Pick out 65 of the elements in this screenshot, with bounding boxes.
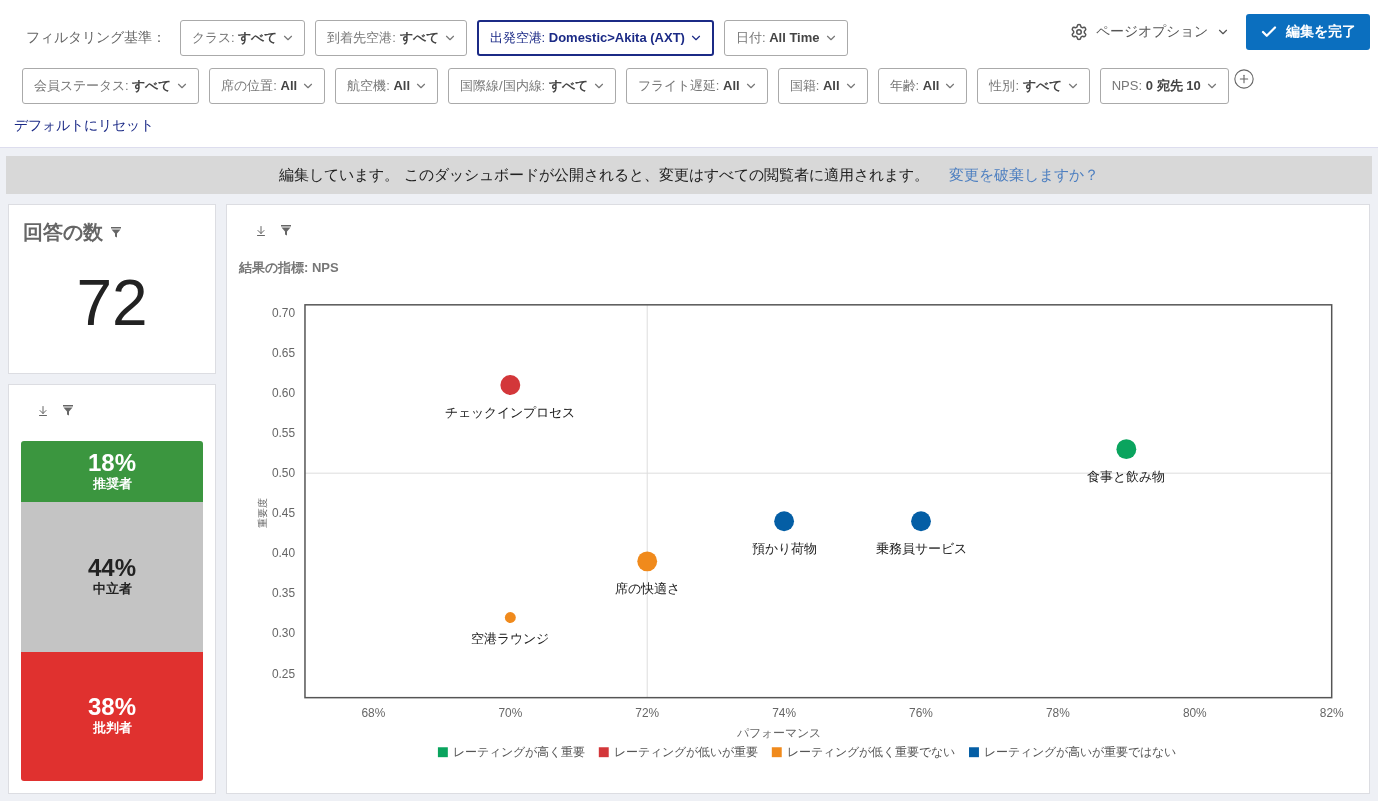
legend-label: レーティングが高いが重要ではない (983, 745, 1176, 760)
nps-segment: 38% 批判者 (21, 651, 203, 781)
y-axis-title: 重要度 (257, 498, 269, 529)
point-label: 食事と飲み物 (1087, 468, 1166, 484)
y-tick-label: 0.25 (271, 666, 296, 681)
metric-label: 結果の指標: NPS (239, 259, 340, 277)
filter-dropdown[interactable]: フライト遅延: All (625, 68, 768, 104)
y-tick-label: 0.50 (271, 466, 296, 481)
filter-dropdown[interactable]: クラス: すべて (180, 20, 306, 56)
filter-icon[interactable] (63, 405, 73, 416)
card-title: 回答の数 (23, 220, 103, 245)
x-tick-label: 68% (361, 705, 386, 720)
banner-message: 編集しています。 このダッシュボードが公開されると、変更はすべての閲覧者に適用されます。 (279, 165, 929, 185)
legend-swatch (598, 747, 609, 758)
page-options-button[interactable]: ページオプション (1064, 22, 1236, 42)
legend-label: レーティングが低く重要でない (786, 745, 955, 760)
y-tick-label: 0.40 (271, 546, 296, 561)
y-tick-label: 0.35 (271, 586, 296, 601)
add-icon[interactable] (1232, 68, 1255, 90)
legend-label: レーティングが低いが重要 (613, 745, 758, 760)
legend-swatch (969, 747, 979, 758)
x-tick-label: 70% (498, 705, 523, 720)
count-value: 72 (75, 266, 149, 340)
filter-dropdown[interactable]: 航空機: All (335, 68, 438, 104)
legend-label: レーティングが高く重要 (452, 745, 585, 760)
y-tick-label: 0.70 (271, 305, 296, 320)
y-tick-label: 0.65 (271, 345, 296, 360)
x-tick-label: 80% (1182, 705, 1207, 720)
point-label: 空港ラウンジ (471, 631, 550, 647)
legend-swatch (437, 747, 448, 758)
y-tick-label: 0.45 (271, 506, 296, 521)
filter-dropdown[interactable]: 性別: すべて (977, 68, 1090, 104)
point-label: 乗務員サービス (875, 541, 967, 557)
filter-dropdown[interactable]: 到着先空港: すべて (315, 20, 467, 56)
filter-dropdown[interactable]: NPS: 0 宛先 10 (1099, 68, 1229, 104)
point-label: 預かり荷物 (751, 541, 817, 557)
filter-dropdown[interactable]: 国際線/国内線: すべて (448, 68, 616, 104)
y-tick-label: 0.55 (271, 426, 296, 441)
nps-segment: 18% 推奨者 (21, 441, 203, 503)
x-tick-label: 74% (772, 705, 796, 720)
point-label: チェックインプロセス (445, 404, 576, 420)
y-tick-label: 0.60 (271, 386, 296, 400)
x-tick-label: 82% (1319, 705, 1344, 720)
x-axis-title: パフォーマンス (736, 726, 821, 741)
done-button[interactable]: 編集を完了 (1246, 14, 1370, 50)
filter-dropdown[interactable]: 年齢: All (877, 68, 968, 104)
point-label: 席の快適さ (614, 581, 680, 597)
filter-dropdown[interactable]: 席の位置: All (209, 68, 326, 104)
y-tick-label: 0.30 (271, 626, 296, 641)
download-icon[interactable] (255, 225, 267, 237)
x-tick-label: 72% (635, 705, 660, 720)
filter-dropdown[interactable]: 出発空港: Domestic>Akita (AXT) (476, 20, 714, 56)
filter-dropdown[interactable]: 会員ステータス: すべて (22, 68, 200, 104)
nps-segment: 44% 中立者 (21, 502, 203, 652)
download-icon[interactable] (37, 405, 49, 417)
legend-swatch (771, 747, 782, 758)
filter-dropdown[interactable]: 日付: All Time (723, 20, 848, 56)
reset-link[interactable]: デフォルトにリセット (14, 117, 154, 135)
filter-dropdown[interactable]: 国籍: All (777, 68, 868, 104)
settings-icon (1070, 23, 1088, 41)
x-tick-label: 78% (1046, 705, 1070, 720)
filter-icon[interactable] (111, 227, 121, 238)
x-tick-label: 76% (909, 705, 933, 720)
filter-label: フィルタリング基準： (26, 29, 166, 47)
filter-icon[interactable] (281, 225, 291, 236)
